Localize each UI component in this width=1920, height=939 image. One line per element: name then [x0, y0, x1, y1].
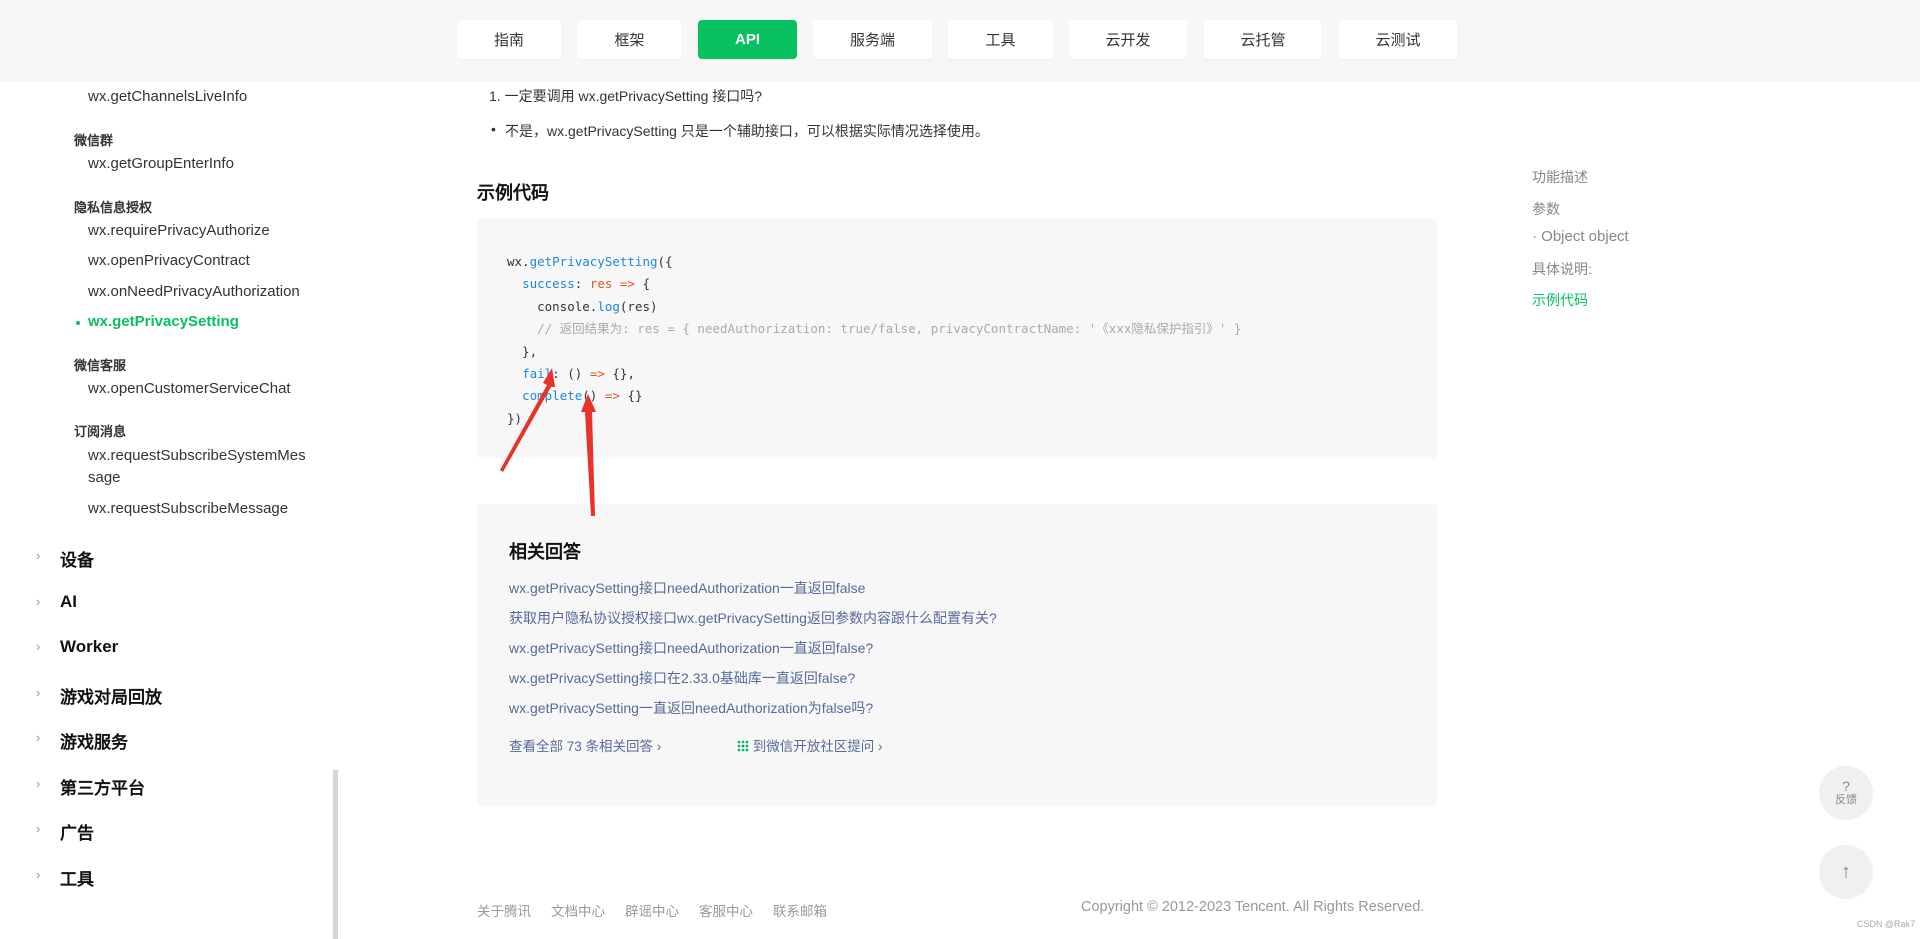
toc-item[interactable]: 功能描述	[1532, 167, 1588, 187]
example-code-heading: 示例代码	[477, 183, 549, 203]
toc-item[interactable]: · Object object	[1532, 228, 1629, 245]
tab-tools[interactable]: 工具	[948, 20, 1053, 59]
sidebar-group-label: 微信群	[74, 133, 114, 148]
toc-item[interactable]: 具体说明:	[1532, 259, 1592, 279]
sidebar-item[interactable]: wx.openCustomerServiceChat	[88, 380, 291, 397]
sidebar-scrollbar[interactable]	[333, 770, 338, 939]
related-answers-heading: 相关回答	[509, 542, 581, 562]
sidebar-group-label: 隐私信息授权	[74, 200, 153, 215]
feedback-label: 反馈	[1835, 794, 1857, 806]
sidebar-group-label: 微信客服	[74, 358, 127, 373]
related-answer-link[interactable]: wx.getPrivacySetting接口在2.33.0基础库一直返回fals…	[509, 668, 855, 688]
related-answer-link[interactable]: wx.getPrivacySetting一直返回needAuthorizatio…	[509, 698, 873, 718]
tab-label: API	[734, 31, 760, 48]
tab-cloud-dev[interactable]: 云开发	[1069, 20, 1187, 59]
ask-community-label: 到微信开放社区提问	[752, 739, 875, 754]
active-dot-icon	[76, 321, 80, 325]
code-content: wx.getPrivacySetting({ success: res => {…	[507, 254, 1242, 426]
tab-guide[interactable]: 指南	[457, 20, 561, 59]
sidebar-category[interactable]: 工具	[60, 865, 94, 890]
sidebar-category[interactable]: AI	[60, 592, 77, 612]
sidebar-item-wrap[interactable]: sage	[88, 469, 121, 486]
sidebar-item[interactable]: wx.onNeedPrivacyAuthorization	[88, 283, 300, 300]
chevron-right-icon: ›	[36, 867, 41, 882]
tab-label: 云测试	[1375, 32, 1421, 49]
tab-framework[interactable]: 框架	[577, 20, 682, 59]
ask-community-link[interactable]: 到微信开放社区提问 ›	[737, 735, 883, 755]
sidebar-group-label: 订阅消息	[74, 424, 127, 439]
view-all-label: 查看全部 73 条相关回答	[509, 739, 654, 754]
faq-answer: 不是，wx.getPrivacySetting 只是一个辅助接口，可以根据实际情…	[505, 123, 989, 139]
sidebar-item[interactable]: wx.requestSubscribeMessage	[88, 500, 288, 517]
top-nav: 指南 框架 API 服务端 工具 云开发 云托管 云测试	[0, 0, 1920, 81]
tab-label: 框架	[614, 32, 645, 49]
chevron-right-icon: ›	[656, 739, 662, 754]
sidebar-category[interactable]: Worker	[60, 637, 118, 657]
tab-label: 云托管	[1240, 32, 1286, 49]
sidebar-item[interactable]: wx.getGroupEnterInfo	[88, 155, 234, 172]
sidebar-item[interactable]: wx.getChannelsLiveInfo	[88, 88, 247, 105]
tab-cloud-test[interactable]: 云测试	[1339, 20, 1457, 59]
sidebar-category[interactable]: 游戏对局回放	[60, 683, 162, 708]
chevron-right-icon: ›	[36, 730, 41, 745]
tab-label: 指南	[493, 32, 524, 49]
chevron-right-icon: ›	[36, 639, 41, 654]
chevron-right-icon: ›	[36, 548, 41, 563]
sidebar: wx.getChannelsLiveInfo 微信群 wx.getGroupEn…	[0, 81, 333, 939]
related-answer-link[interactable]: wx.getPrivacySetting接口needAuthorization一…	[509, 638, 873, 658]
question-icon: ?	[1842, 778, 1850, 794]
chevron-right-icon: ›	[36, 776, 41, 791]
sidebar-item[interactable]: wx.requirePrivacyAuthorize	[88, 222, 270, 239]
tab-api[interactable]: API	[698, 20, 797, 59]
watermark-text: CSDN @Rak7	[1856, 919, 1915, 929]
chevron-right-icon: ›	[36, 685, 41, 700]
faq-question: 1. 一定要调用 wx.getPrivacySetting 接口吗?	[489, 88, 763, 104]
sidebar-item[interactable]: wx.requestSubscribeSystemMes	[88, 447, 306, 464]
sidebar-item-active[interactable]: wx.getPrivacySetting	[88, 313, 239, 330]
arrow-up-icon: ↑	[1841, 860, 1851, 883]
back-to-top-button[interactable]: ↑	[1819, 845, 1873, 899]
footer-link-docs[interactable]: 文档中心	[551, 900, 605, 920]
chevron-right-icon: ›	[36, 594, 41, 609]
tab-label: 云开发	[1105, 32, 1151, 49]
sidebar-category[interactable]: 第三方平台	[60, 774, 145, 799]
sidebar-category[interactable]: 设备	[60, 546, 94, 571]
chevron-right-icon: ›	[878, 739, 883, 754]
sidebar-item[interactable]: wx.openPrivacyContract	[88, 252, 250, 269]
view-all-answers-link[interactable]: 查看全部 73 条相关回答 ›	[509, 735, 661, 755]
footer-link-about[interactable]: 关于腾讯	[477, 900, 531, 920]
sidebar-category[interactable]: 广告	[60, 819, 94, 844]
chevron-right-icon: ›	[36, 821, 41, 836]
related-answer-link[interactable]: wx.getPrivacySetting接口needAuthorization一…	[509, 578, 865, 598]
toc-item[interactable]: 参数	[1532, 199, 1560, 219]
copyright-text: Copyright © 2012-2023 Tencent. All Right…	[1081, 899, 1425, 915]
tab-server[interactable]: 服务端	[813, 20, 932, 59]
tab-cloud-hosting[interactable]: 云托管	[1204, 20, 1322, 59]
related-answer-link[interactable]: 获取用户隐私协议授权接口wx.getPrivacySetting返回参数内容跟什…	[509, 608, 997, 628]
footer-link-email[interactable]: 联系邮箱	[773, 900, 827, 920]
toc-item-active[interactable]: 示例代码	[1532, 290, 1588, 310]
tab-label: 服务端	[849, 32, 895, 49]
footer-link-rumor[interactable]: 辟谣中心	[625, 900, 679, 920]
footer-link-service[interactable]: 客服中心	[699, 900, 753, 920]
grid-dots-icon	[737, 740, 749, 752]
sidebar-category[interactable]: 游戏服务	[60, 728, 128, 753]
feedback-button[interactable]: ? 反馈	[1819, 766, 1873, 820]
tab-label: 工具	[985, 32, 1016, 49]
bullet-icon: •	[491, 121, 496, 137]
